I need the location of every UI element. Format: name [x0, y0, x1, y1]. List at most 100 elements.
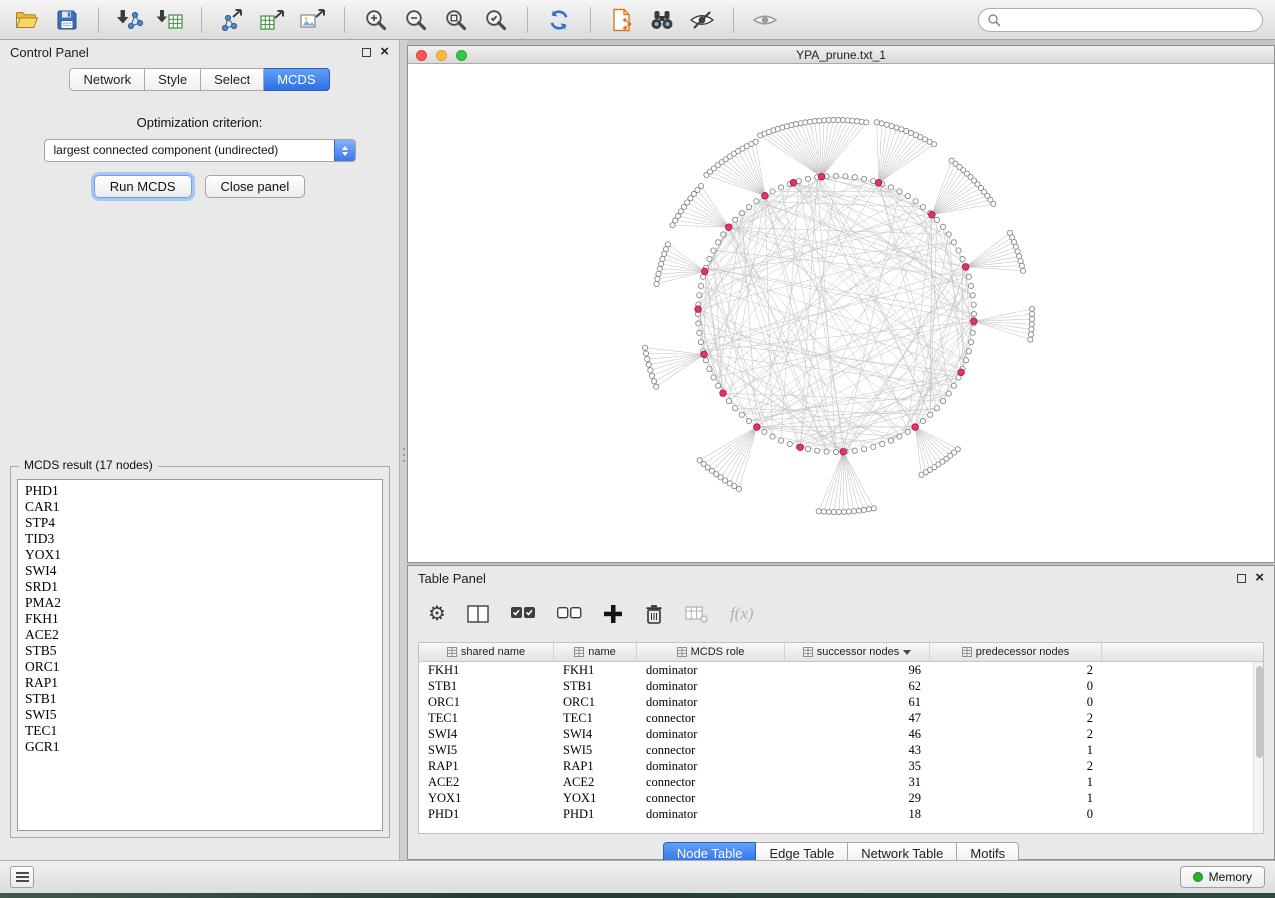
table-row[interactable]: SWI5SWI5connector431: [419, 742, 1253, 758]
refresh-icon[interactable]: [544, 5, 574, 35]
column-header-MCDS-role[interactable]: MCDS role: [637, 643, 785, 661]
scrollbar-thumb[interactable]: [1256, 666, 1263, 758]
open-session-icon[interactable]: [12, 5, 42, 35]
mcds-node-swi4[interactable]: SWI4: [18, 563, 382, 579]
table-cell: STB1: [554, 678, 637, 694]
table-row[interactable]: YOX1YOX1connector291: [419, 790, 1253, 806]
main-toolbar: [0, 0, 1275, 40]
table-row[interactable]: PHD1PHD1dominator180: [419, 806, 1253, 822]
search-icon: [987, 13, 1001, 27]
search-input[interactable]: [1006, 10, 1262, 30]
application-window: Control Panel × NetworkStyleSelectMCDS O…: [0, 0, 1275, 898]
export-table-icon[interactable]: [258, 5, 288, 35]
add-row-icon[interactable]: [602, 603, 624, 625]
minimize-traffic-light[interactable]: [436, 50, 447, 61]
tab-style[interactable]: Style: [145, 68, 201, 91]
mcds-node-stb1[interactable]: STB1: [18, 691, 382, 707]
table-cell: FKH1: [419, 662, 554, 678]
mcds-result-list[interactable]: PHD1CAR1STP4TID3YOX1SWI4SRD1PMA2FKH1ACE2…: [17, 479, 383, 831]
function-builder-icon[interactable]: f(x): [730, 604, 754, 624]
table-row[interactable]: RAP1RAP1dominator352: [419, 758, 1253, 774]
mcds-node-rap1[interactable]: RAP1: [18, 675, 382, 691]
delete-row-trash-icon[interactable]: [644, 603, 664, 625]
mcds-node-swi5[interactable]: SWI5: [18, 707, 382, 723]
hide-selected-eye-icon[interactable]: [687, 5, 717, 35]
table-scrollbar[interactable]: [1253, 662, 1263, 833]
table-row[interactable]: STB1STB1dominator620: [419, 678, 1253, 694]
save-session-icon[interactable]: [52, 5, 82, 35]
deselect-all-icon[interactable]: [556, 604, 582, 624]
binoculars-icon[interactable]: [647, 5, 677, 35]
mcds-node-phd1[interactable]: PHD1: [18, 483, 382, 499]
table-panel-titlebar[interactable]: Table Panel ×: [408, 566, 1274, 590]
share-document-icon[interactable]: [607, 5, 637, 35]
settings-gear-icon[interactable]: ⚙: [428, 604, 446, 624]
table-row[interactable]: ACE2ACE2connector311: [419, 774, 1253, 790]
table-cell: FKH1: [554, 662, 637, 678]
close-traffic-light[interactable]: [416, 50, 427, 61]
mcds-node-stb5[interactable]: STB5: [18, 643, 382, 659]
table-cell: 1: [930, 774, 1102, 790]
delete-table-icon[interactable]: [684, 603, 710, 625]
search-box[interactable]: [978, 8, 1263, 32]
table-panel: Table Panel × ⚙: [407, 565, 1275, 860]
column-header-predecessor-nodes[interactable]: predecessor nodes: [930, 643, 1102, 661]
table-cell: 31: [785, 774, 930, 790]
tab-network[interactable]: Network: [69, 68, 145, 91]
zoom-fit-icon[interactable]: [441, 5, 471, 35]
table-row[interactable]: FKH1FKH1dominator962: [419, 662, 1253, 678]
panel-menu-button[interactable]: [10, 866, 34, 888]
close-window-button[interactable]: ×: [380, 46, 389, 58]
memory-button[interactable]: Memory: [1180, 866, 1265, 888]
mcds-node-srd1[interactable]: SRD1: [18, 579, 382, 595]
memory-status-icon: [1193, 872, 1203, 882]
network-window-titlebar[interactable]: YPA_prune.txt_1: [408, 46, 1274, 64]
desktop-edge: [0, 893, 1275, 898]
float-window-button[interactable]: [1237, 574, 1246, 583]
column-header-successor-nodes[interactable]: successor nodes: [785, 643, 930, 661]
tab-mcds[interactable]: MCDS: [264, 68, 329, 91]
mcds-node-tid3[interactable]: TID3: [18, 531, 382, 547]
table-cell: dominator: [637, 806, 785, 822]
table-cell: 2: [930, 758, 1102, 774]
show-all-eye-icon[interactable]: [750, 5, 780, 35]
zoom-in-icon[interactable]: [361, 5, 391, 35]
mcds-node-gcr1[interactable]: GCR1: [18, 739, 382, 755]
column-grid-icon: [574, 647, 584, 657]
column-header-shared-name[interactable]: shared name: [419, 643, 554, 661]
split-divider[interactable]: [400, 40, 407, 860]
import-table-icon[interactable]: [155, 5, 185, 35]
zoom-selected-icon[interactable]: [481, 5, 511, 35]
mcds-node-fkh1[interactable]: FKH1: [18, 611, 382, 627]
network-canvas[interactable]: [408, 64, 1274, 562]
table-row[interactable]: TEC1TEC1connector472: [419, 710, 1253, 726]
export-image-icon[interactable]: [298, 5, 328, 35]
toolbar-separator: [344, 7, 345, 33]
table-cell: dominator: [637, 758, 785, 774]
table-row[interactable]: ORC1ORC1dominator610: [419, 694, 1253, 710]
zoom-out-icon[interactable]: [401, 5, 431, 35]
table-row[interactable]: SWI4SWI4dominator462: [419, 726, 1253, 742]
tab-select[interactable]: Select: [201, 68, 264, 91]
mcds-node-car1[interactable]: CAR1: [18, 499, 382, 515]
criterion-dropdown[interactable]: largest connected component (undirected): [44, 139, 356, 162]
table-cell: 62: [785, 678, 930, 694]
control-panel-titlebar[interactable]: Control Panel ×: [0, 40, 399, 64]
run-mcds-button[interactable]: Run MCDS: [94, 175, 192, 198]
close-panel-button[interactable]: Close panel: [205, 175, 306, 198]
mcds-node-pma2[interactable]: PMA2: [18, 595, 382, 611]
export-network-icon[interactable]: [218, 5, 248, 35]
column-header-name[interactable]: name: [554, 643, 637, 661]
select-all-icon[interactable]: [510, 604, 536, 624]
mcds-node-ace2[interactable]: ACE2: [18, 627, 382, 643]
maximize-traffic-light[interactable]: [456, 50, 467, 61]
mcds-node-tec1[interactable]: TEC1: [18, 723, 382, 739]
float-window-button[interactable]: [362, 48, 371, 57]
import-network-icon[interactable]: [115, 5, 145, 35]
criterion-value: largest connected component (undirected): [54, 143, 279, 157]
mcds-node-yox1[interactable]: YOX1: [18, 547, 382, 563]
close-window-button[interactable]: ×: [1255, 572, 1264, 584]
show-columns-icon[interactable]: [466, 603, 490, 625]
mcds-node-orc1[interactable]: ORC1: [18, 659, 382, 675]
mcds-node-stp4[interactable]: STP4: [18, 515, 382, 531]
